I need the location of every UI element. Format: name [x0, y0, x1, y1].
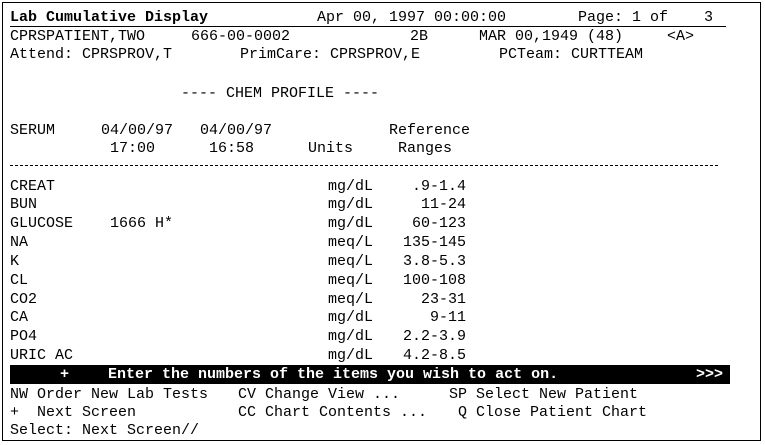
action-next-screen[interactable]: + Next Screen — [10, 404, 136, 422]
test-units: meq/L — [328, 291, 374, 308]
report-datetime: Apr 00, 1997 00:00:00 — [317, 9, 507, 26]
attending-provider: Attend: CPRSPROV,T — [10, 46, 173, 63]
test-name: CO2 — [10, 291, 38, 308]
test-name: K — [10, 253, 20, 270]
ranges-header: Ranges — [398, 140, 453, 157]
screen-title: Lab Cumulative Display — [10, 9, 209, 26]
column-time-2: 16:58 — [209, 140, 255, 157]
reference-header: Reference — [389, 122, 471, 139]
pc-team: PCTeam: CURTTEAM — [499, 46, 644, 63]
test-range: 135-145 — [403, 234, 467, 251]
column-date-1: 04/00/97 — [101, 122, 174, 139]
test-name: CREAT — [10, 178, 56, 195]
test-range: 60-123 — [411, 215, 466, 232]
test-name: GLUCOSE — [10, 215, 74, 232]
action-close-patient-chart[interactable]: Q Close Patient Chart — [458, 404, 647, 422]
specimen-label: SERUM — [10, 122, 56, 139]
test-units: mg/dL — [328, 328, 374, 345]
test-units: meq/L — [328, 272, 374, 289]
terminal-window: Lab Cumulative Display Apr 00, 1997 00:0… — [2, 2, 761, 441]
prompt-bar: + Enter the numbers of the items you wis… — [10, 365, 730, 384]
action-change-view[interactable]: CV Change View ... — [238, 386, 400, 404]
action-order-new-lab-tests[interactable]: NW Order New Lab Tests — [10, 386, 208, 404]
primary-care-provider: PrimCare: CPRSPROV,E — [240, 46, 421, 63]
test-units: mg/dL — [328, 215, 374, 232]
test-units: meq/L — [328, 234, 374, 251]
test-range: 9-11 — [429, 309, 466, 326]
prompt-message: Enter the numbers of the items you wish … — [108, 366, 559, 383]
select-prompt[interactable]: Select: Next Screen// — [10, 422, 199, 440]
patient-ssn: 666-00-0002 — [191, 28, 291, 45]
action-select-new-patient[interactable]: SP Select New Patient — [449, 386, 638, 404]
next-screen-plus: + — [60, 366, 70, 383]
test-units: mg/dL — [328, 196, 374, 213]
test-value: 1666 H* — [110, 215, 174, 232]
patient-ward: 2B — [410, 28, 429, 45]
column-time-1: 17:00 — [110, 140, 156, 157]
column-date-2: 04/00/97 — [200, 122, 273, 139]
section-title: ---- CHEM PROFILE ---- — [181, 85, 380, 102]
test-range: 11-24 — [420, 196, 466, 213]
action-chart-contents[interactable]: CC Chart Contents ... — [238, 404, 427, 422]
test-range: .9-1.4 — [411, 178, 466, 195]
patient-dob-age: MAR 00,1949 (48) — [479, 28, 624, 45]
test-range: 2.2-3.9 — [403, 328, 467, 345]
patient-name: CPRSPATIENT,TWO — [10, 28, 146, 45]
test-name: NA — [10, 234, 29, 251]
test-name: CA — [10, 309, 29, 326]
units-header: Units — [308, 140, 354, 157]
header-separator — [10, 165, 718, 166]
test-name: PO4 — [10, 328, 38, 345]
test-units: mg/dL — [328, 178, 374, 195]
more-indicator: >>> — [696, 366, 724, 383]
patient-flag: <A> — [667, 28, 695, 45]
test-name: CL — [10, 272, 29, 289]
test-name: BUN — [10, 196, 38, 213]
header-underline — [10, 26, 726, 27]
test-units: mg/dL — [328, 309, 374, 326]
test-range: 100-108 — [403, 272, 467, 289]
test-range: 4.2-8.5 — [403, 347, 467, 364]
test-range: 3.8-5.3 — [403, 253, 467, 270]
test-units: mg/dL — [328, 347, 374, 364]
test-name: URIC AC — [10, 347, 74, 364]
test-range: 23-31 — [420, 291, 466, 308]
test-units: meq/L — [328, 253, 374, 270]
page-indicator: Page: 1 of 3 — [578, 9, 714, 26]
